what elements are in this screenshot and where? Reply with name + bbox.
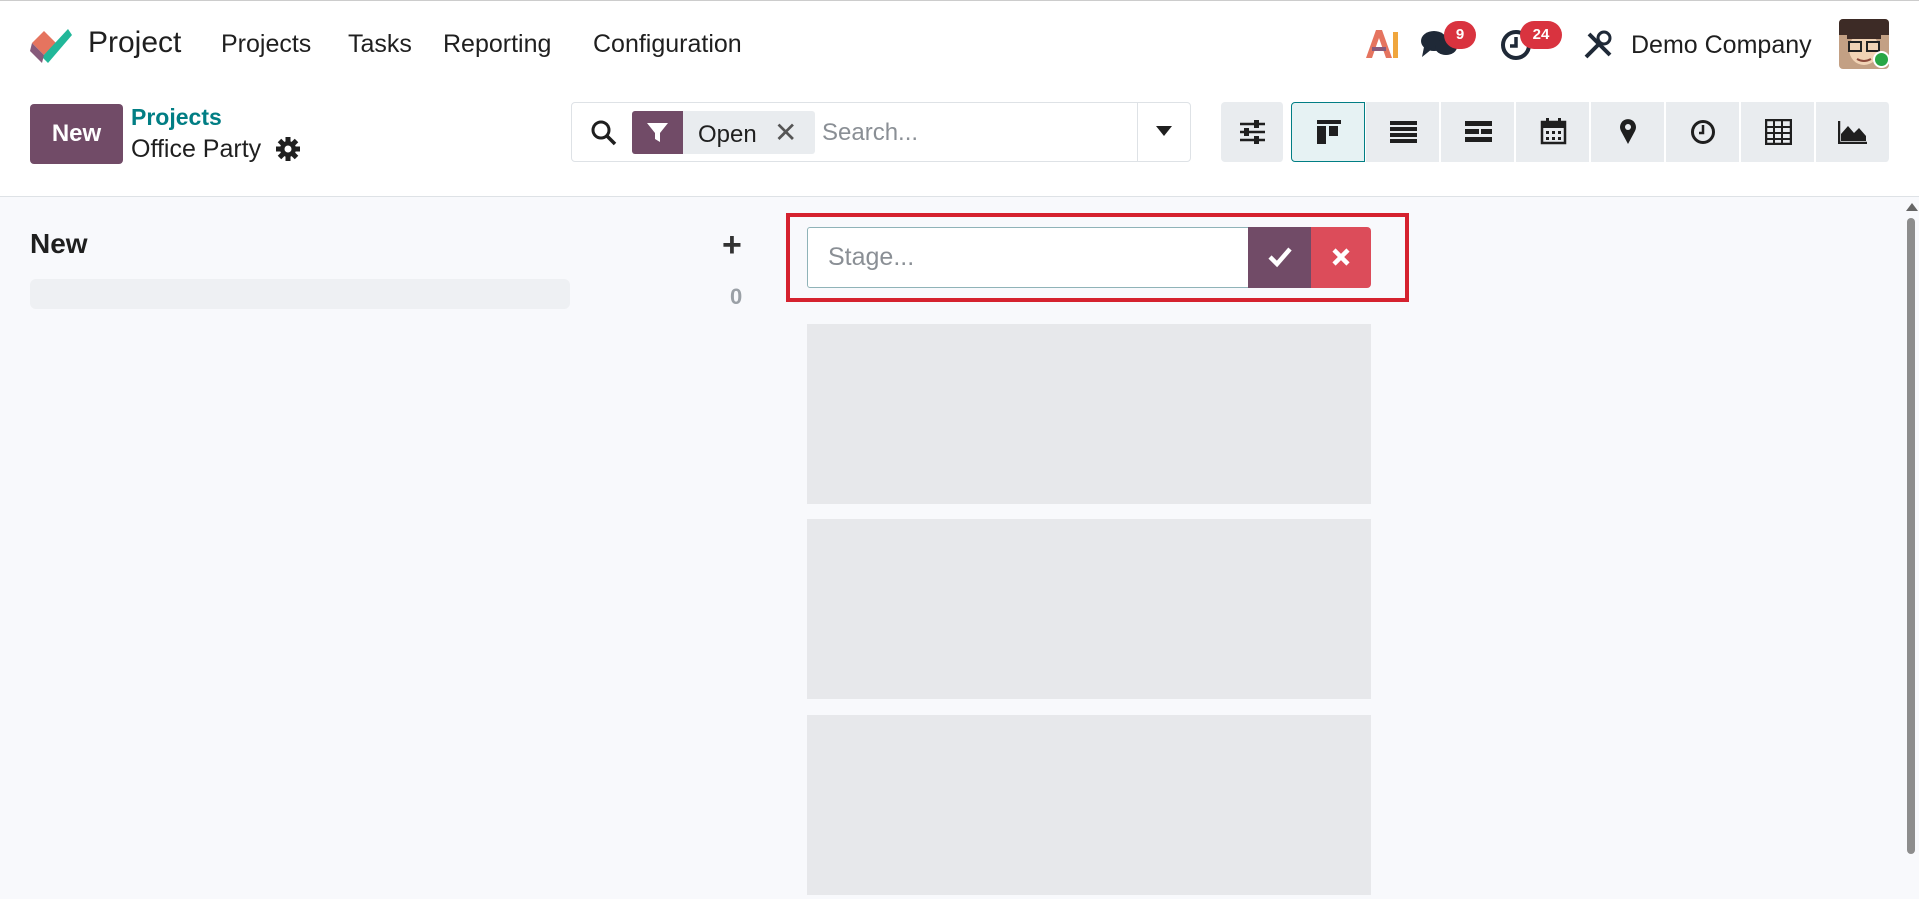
- column-count: 0: [730, 284, 743, 309]
- toggle-panel-button[interactable]: [1221, 102, 1284, 162]
- scroll-up-arrow-icon[interactable]: [1906, 203, 1918, 211]
- view-graph-button[interactable]: [1816, 102, 1890, 162]
- check-icon: [1268, 247, 1292, 268]
- quick-create-plus-icon[interactable]: +: [722, 226, 742, 265]
- search-options-toggle[interactable]: [1137, 102, 1191, 162]
- placeholder-column: [807, 519, 1371, 699]
- gantt-view-icon: [1465, 121, 1492, 142]
- ai-icon[interactable]: [1364, 28, 1400, 60]
- search-input[interactable]: [822, 112, 1132, 154]
- filter-facet-label: Open: [698, 121, 757, 148]
- remove-facet-icon[interactable]: ✕: [774, 116, 797, 149]
- tools-icon[interactable]: [1583, 30, 1613, 60]
- company-switcher[interactable]: Demo Company: [1631, 31, 1812, 60]
- breadcrumb-current: Office Party: [131, 135, 262, 163]
- menu-tasks[interactable]: Tasks: [348, 30, 412, 59]
- stage-name-input[interactable]: [807, 227, 1249, 288]
- sliders-icon: [1240, 120, 1265, 144]
- view-calendar-button[interactable]: [1516, 102, 1590, 162]
- view-map-button[interactable]: [1591, 102, 1665, 162]
- column-title[interactable]: New: [30, 228, 88, 260]
- placeholder-column: [807, 715, 1371, 895]
- new-button[interactable]: New: [30, 104, 123, 164]
- menu-configuration[interactable]: Configuration: [593, 30, 742, 59]
- view-pivot-button[interactable]: [1741, 102, 1815, 162]
- menu-reporting[interactable]: Reporting: [443, 30, 551, 59]
- view-activity-button[interactable]: [1666, 102, 1740, 162]
- breadcrumb-projects[interactable]: Projects: [131, 104, 222, 131]
- gear-icon[interactable]: [275, 136, 301, 162]
- menu-projects[interactable]: Projects: [221, 30, 311, 59]
- online-status-icon: [1873, 51, 1890, 68]
- activity-clock-icon: [1691, 120, 1715, 144]
- list-view-icon: [1390, 121, 1417, 143]
- search-icon[interactable]: [590, 119, 618, 147]
- filter-facet-icon-box: [632, 111, 683, 154]
- close-icon: [1332, 248, 1350, 266]
- calendar-view-icon: [1540, 118, 1567, 145]
- app-name[interactable]: Project: [88, 26, 181, 60]
- area-chart-icon: [1838, 121, 1867, 144]
- scroll-thumb[interactable]: [1907, 218, 1915, 854]
- filter-icon: [647, 123, 668, 142]
- messages-badge: 9: [1444, 21, 1476, 49]
- caret-down-icon: [1156, 126, 1172, 136]
- project-logo-icon[interactable]: [28, 25, 72, 65]
- kanban-view-icon: [1317, 120, 1341, 144]
- map-pin-icon: [1620, 119, 1636, 144]
- cancel-stage-button[interactable]: [1311, 227, 1371, 288]
- view-gantt-button[interactable]: [1441, 102, 1515, 162]
- view-list-button[interactable]: [1366, 102, 1440, 162]
- activities-badge: 24: [1520, 21, 1562, 49]
- view-kanban-button[interactable]: [1291, 102, 1365, 162]
- placeholder-column: [807, 324, 1371, 504]
- column-progress-bar: [30, 279, 570, 309]
- pivot-view-icon: [1765, 119, 1792, 145]
- confirm-stage-button[interactable]: [1248, 227, 1311, 288]
